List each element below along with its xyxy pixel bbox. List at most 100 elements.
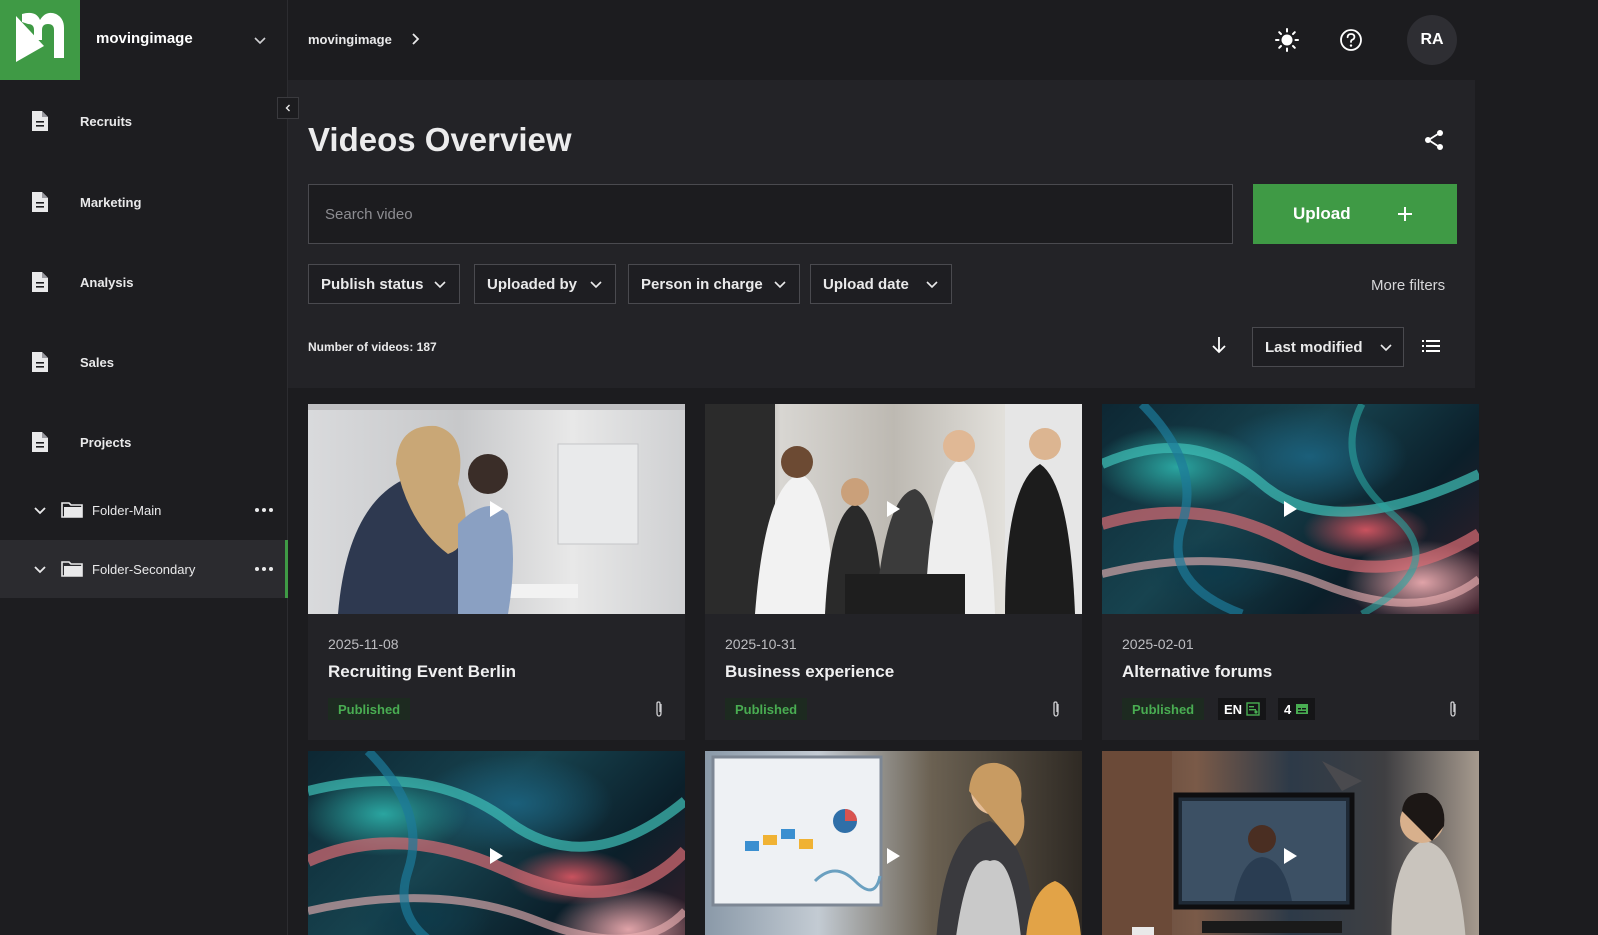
sidebar-folder-secondary[interactable]: Folder-Secondary <box>0 540 288 598</box>
thumbnail-scene <box>308 751 685 935</box>
chevron-right-icon <box>412 33 420 45</box>
more-options-icon[interactable] <box>254 501 274 519</box>
sidebar-item-recruits[interactable]: Recruits <box>0 91 288 151</box>
brand-switcher[interactable]: movingimage <box>0 0 288 80</box>
filter-person-in-charge[interactable]: Person in charge <box>628 264 800 304</box>
video-title[interactable]: Business experience <box>725 662 894 682</box>
status-badge: Published <box>1122 698 1205 720</box>
document-icon <box>32 432 48 452</box>
filter-upload-date[interactable]: Upload date <box>810 264 952 304</box>
video-title[interactable]: Recruiting Event Berlin <box>328 662 516 682</box>
user-avatar[interactable]: RA <box>1407 15 1457 65</box>
video-count: Number of videos: 187 <box>308 340 437 354</box>
video-card[interactable] <box>1102 751 1479 935</box>
video-thumbnail[interactable] <box>1102 751 1479 935</box>
sort-direction-arrow-down-icon[interactable] <box>1208 334 1230 356</box>
chevron-down-icon[interactable] <box>31 501 49 519</box>
share-icon[interactable] <box>1422 128 1446 152</box>
video-title[interactable]: Alternative forums <box>1122 662 1272 682</box>
chevron-left-icon <box>285 104 290 112</box>
video-card[interactable]: 2025-02-01 Alternative forums Published … <box>1102 404 1479 740</box>
folder-label: Folder-Main <box>92 503 162 518</box>
top-bar: movingimage RA <box>288 0 1475 80</box>
plus-icon <box>1398 207 1412 221</box>
subtitles-tag: 4 <box>1278 698 1316 720</box>
videos-toolbar-panel: Videos Overview Upload Publish status Up… <box>288 80 1475 388</box>
status-badge: Published <box>328 698 411 720</box>
movingimage-logo <box>0 0 80 80</box>
video-thumbnail[interactable] <box>308 404 685 614</box>
folder-icon <box>61 502 83 518</box>
document-icon <box>32 272 48 292</box>
language-code: EN <box>1224 701 1243 717</box>
video-card[interactable] <box>705 751 1082 935</box>
video-card[interactable]: 2025-11-08 Recruiting Event Berlin Publi… <box>308 404 685 740</box>
folder-label: Folder-Secondary <box>92 562 196 577</box>
video-thumbnail[interactable] <box>705 404 1082 614</box>
sidebar-item-projects[interactable]: Projects <box>0 412 288 472</box>
sidebar-item-label: Analysis <box>80 274 134 290</box>
filter-label: Publish status <box>321 275 424 293</box>
sidebar-item-analysis[interactable]: Analysis <box>0 252 288 312</box>
theme-toggle-sun-icon[interactable] <box>1274 27 1300 53</box>
page-title: Videos Overview <box>308 121 572 158</box>
sidebar-item-label: Recruits <box>80 113 133 129</box>
video-date: 2025-02-01 <box>1122 636 1194 652</box>
list-view-icon[interactable] <box>1420 335 1442 357</box>
video-card[interactable] <box>308 751 685 935</box>
attachment-paperclip-icon[interactable] <box>1446 700 1460 718</box>
video-date: 2025-10-31 <box>725 636 797 652</box>
folder-icon <box>61 561 83 577</box>
sidebar-item-marketing[interactable]: Marketing <box>0 172 288 232</box>
play-icon[interactable] <box>885 500 901 518</box>
sort-label: Last modified <box>1265 338 1363 356</box>
play-icon[interactable] <box>488 847 504 865</box>
video-thumbnail[interactable] <box>705 751 1082 935</box>
chevron-down-icon <box>774 281 786 289</box>
sidebar-folder-main[interactable]: Folder-Main <box>0 481 288 539</box>
subtitles-icon <box>1296 704 1309 714</box>
sidebar: movingimage Recruits Marketing Analysis … <box>0 0 288 935</box>
chevron-down-icon[interactable] <box>31 560 49 578</box>
video-thumbnail[interactable] <box>1102 404 1479 614</box>
document-icon <box>32 192 48 212</box>
attachment-paperclip-icon[interactable] <box>1049 700 1063 718</box>
sidebar-item-label: Marketing <box>80 194 142 210</box>
sidebar-item-label: Projects <box>80 434 132 450</box>
filter-label: Person in charge <box>641 275 763 293</box>
more-options-icon[interactable] <box>254 560 274 578</box>
collapse-sidebar-button[interactable] <box>277 97 299 119</box>
breadcrumb[interactable]: movingimage <box>308 32 392 47</box>
document-icon <box>32 111 48 131</box>
help-icon[interactable] <box>1338 27 1364 53</box>
thumbnail-scene <box>1102 751 1466 935</box>
filter-label: Uploaded by <box>487 275 578 293</box>
more-filters-link[interactable]: More filters <box>1371 277 1445 294</box>
play-icon[interactable] <box>1282 847 1298 865</box>
thumbnail-scene <box>711 755 1081 935</box>
chevron-down-icon <box>434 281 446 289</box>
sort-select[interactable]: Last modified <box>1252 327 1404 367</box>
play-icon[interactable] <box>885 847 901 865</box>
video-thumbnail[interactable] <box>308 751 685 935</box>
status-badge: Published <box>725 698 808 720</box>
subtitle-count: 4 <box>1284 701 1292 717</box>
upload-button[interactable]: Upload <box>1253 184 1457 244</box>
search-input[interactable] <box>308 184 1233 244</box>
filter-publish-status[interactable]: Publish status <box>308 264 460 304</box>
filter-uploaded-by[interactable]: Uploaded by <box>474 264 616 304</box>
attachment-paperclip-icon[interactable] <box>652 700 666 718</box>
transcript-icon <box>1246 702 1260 716</box>
sidebar-item-label: Sales <box>80 354 114 370</box>
video-card[interactable]: 2025-10-31 Business experience Published <box>705 404 1082 740</box>
chevron-down-icon <box>590 281 602 289</box>
document-icon <box>32 352 48 372</box>
chevron-down-icon <box>1380 344 1392 352</box>
play-icon[interactable] <box>1282 500 1298 518</box>
brand-name: movingimage <box>96 30 193 47</box>
filter-label: Upload date <box>823 275 909 293</box>
chevron-down-icon[interactable] <box>250 30 270 50</box>
video-date: 2025-11-08 <box>328 636 399 652</box>
play-icon[interactable] <box>488 500 504 518</box>
sidebar-item-sales[interactable]: Sales <box>0 332 288 392</box>
